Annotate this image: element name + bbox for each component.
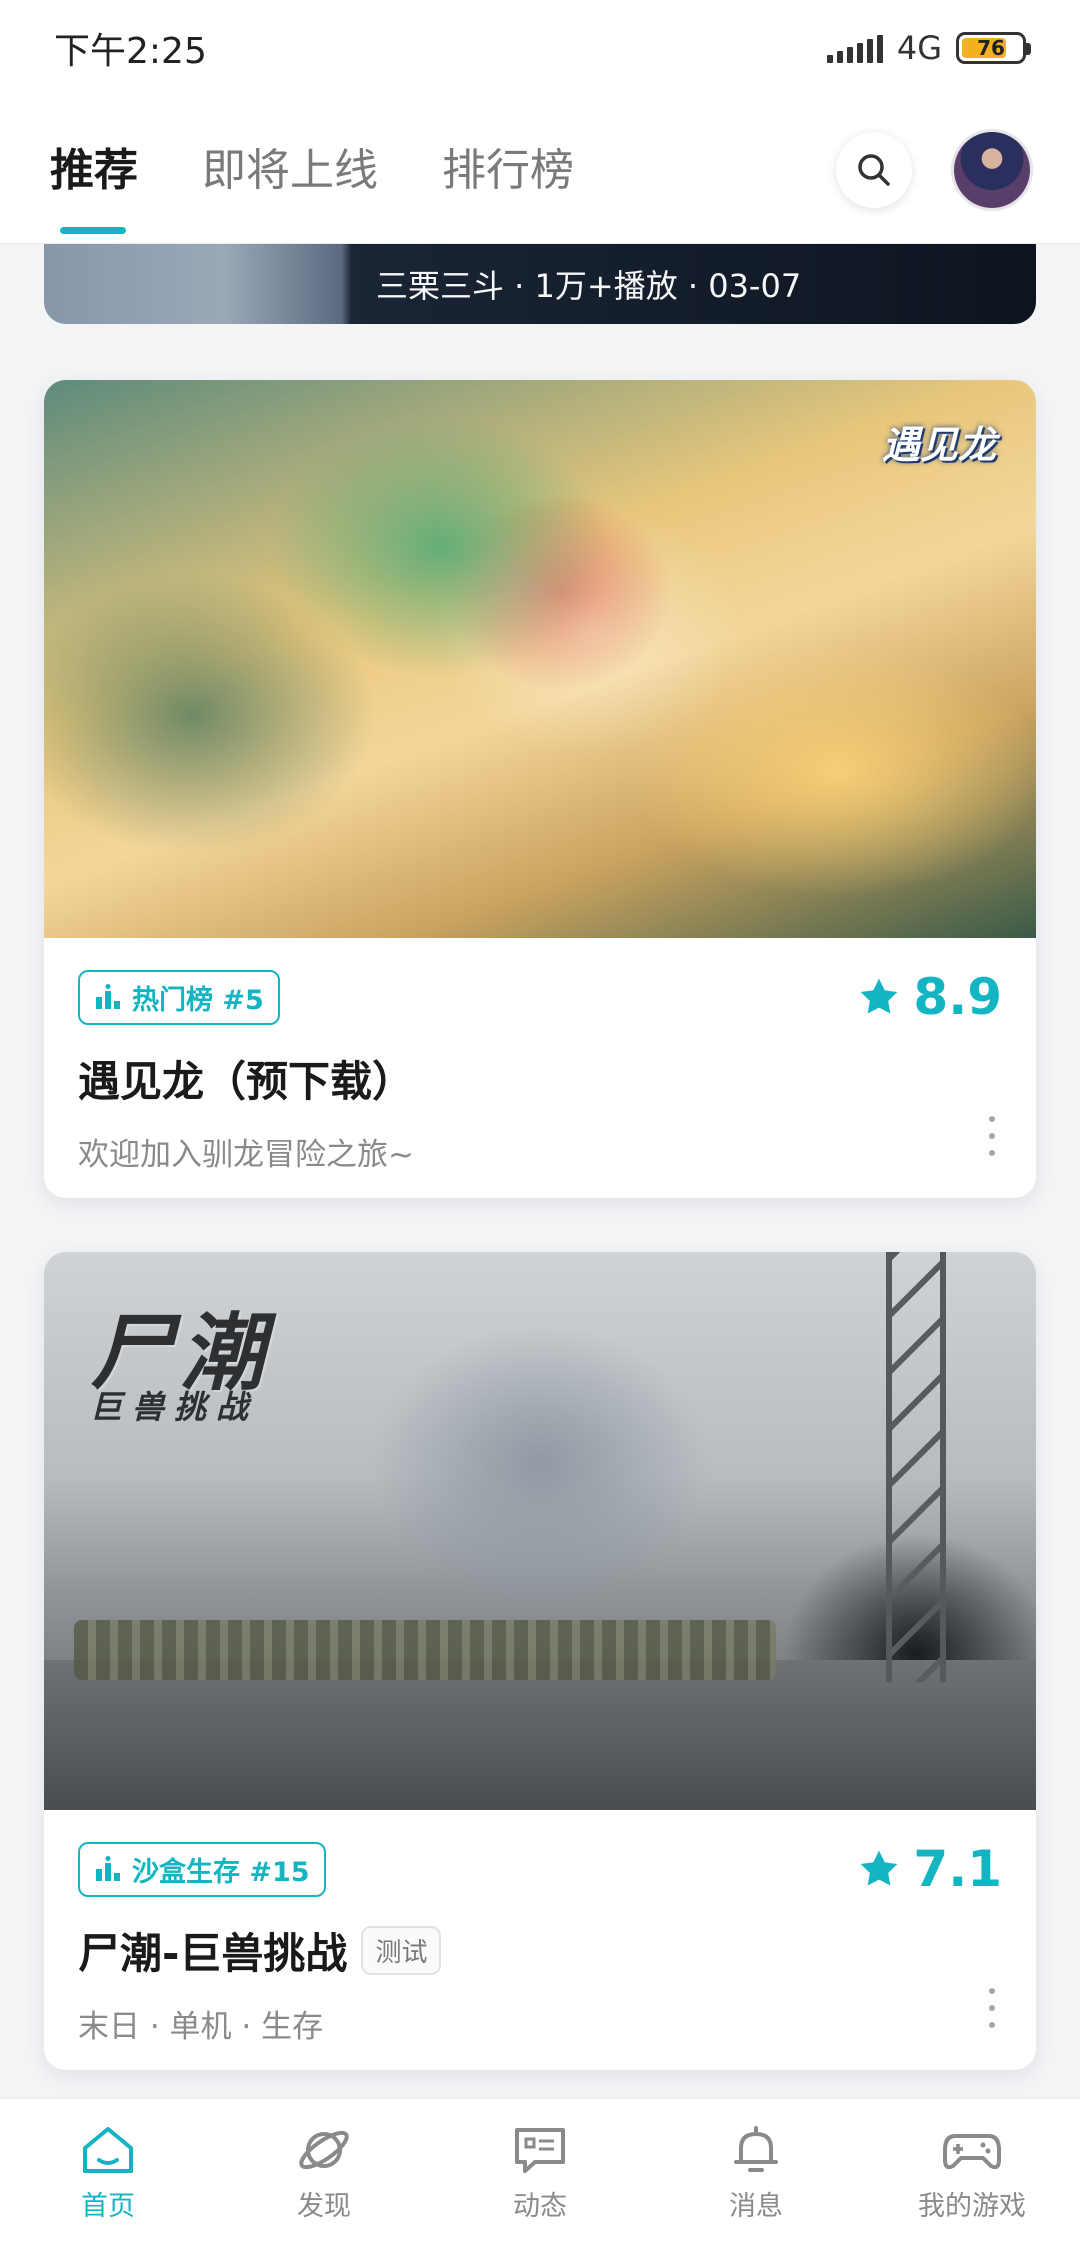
rank-badge[interactable]: 热门榜 #5 xyxy=(78,969,280,1025)
nav-label: 我的游戏 xyxy=(918,2191,1026,2222)
cover-tower xyxy=(886,1252,946,1682)
network-type: 4G xyxy=(896,29,942,67)
rank-podium-icon xyxy=(96,1856,120,1881)
more-options-button[interactable] xyxy=(982,1988,1002,2028)
chat-icon xyxy=(515,2128,565,2173)
planet-icon xyxy=(299,2130,349,2170)
nav-label: 发现 xyxy=(297,2191,351,2222)
rating: 7.1 xyxy=(857,1840,1002,1898)
tab-label: 排行榜 xyxy=(442,144,574,196)
video-card-partial[interactable]: 三栗三斗 · 1万+播放 · 03-07 xyxy=(44,244,1036,324)
status-icons: 4G 76 xyxy=(826,29,1031,67)
tab-bar: 推荐 即将上线 排行榜 xyxy=(50,134,836,234)
tab-rankings[interactable]: 排行榜 xyxy=(442,134,574,206)
nav-label: 首页 xyxy=(81,2191,135,2222)
card-body: 沙盒生存 #15 7.1 尸潮-巨兽挑战 测试 末日 · 单机 · 生存 xyxy=(44,1810,1036,2070)
game-cover-image[interactable]: 尸潮 巨兽挑战 xyxy=(44,1252,1036,1810)
search-button[interactable] xyxy=(836,131,912,208)
cover-ground xyxy=(44,1660,1036,1810)
app-screen: 下午2:25 4G 76 推荐 即将上线 排行榜 三栗三斗 · 1万+播放 · … xyxy=(0,0,1080,2248)
tab-label: 即将上线 xyxy=(202,144,378,196)
feed-list: 三栗三斗 · 1万+播放 · 03-07 遇见龙 热门榜 #5 8.9 遇见龙（… xyxy=(0,244,1080,2098)
nav-label: 消息 xyxy=(729,2191,783,2222)
rank-badge-label: 沙盒生存 #15 xyxy=(132,1856,310,1888)
video-meta: 三栗三斗 · 1万+播放 · 03-07 xyxy=(376,267,802,305)
rank-podium-icon xyxy=(96,984,120,1009)
game-card[interactable]: 遇见龙 热门榜 #5 8.9 遇见龙（预下载） 欢迎加入驯龙冒险之旅~ xyxy=(44,380,1036,1198)
rank-badge[interactable]: 沙盒生存 #15 xyxy=(78,1841,326,1897)
nav-actions xyxy=(836,131,1030,208)
star-icon xyxy=(861,978,898,1014)
search-icon xyxy=(858,153,890,186)
nav-home[interactable]: 首页 xyxy=(8,2124,208,2223)
card-header-row: 热门榜 #5 8.9 xyxy=(78,968,1002,1026)
bottom-nav: 首页 发现 动态 消息 我的游戏 xyxy=(0,2098,1080,2248)
rating-value: 7.1 xyxy=(913,1840,1002,1898)
status-bar: 下午2:25 4G 76 xyxy=(0,0,1080,96)
bell-icon xyxy=(734,2126,778,2172)
gamepad-icon xyxy=(943,2134,1001,2170)
nav-label: 动态 xyxy=(513,2191,567,2222)
active-tab-indicator xyxy=(60,226,126,234)
home-icon xyxy=(83,2127,133,2173)
tab-upcoming[interactable]: 即将上线 xyxy=(202,134,378,206)
nav-discover[interactable]: 发现 xyxy=(224,2124,424,2223)
title-row: 遇见龙（预下载） xyxy=(78,1048,1002,1109)
battery-level: 76 xyxy=(977,36,1005,60)
game-subtitle: 欢迎加入驯龙冒险之旅~ xyxy=(78,1137,414,1173)
test-tag: 测试 xyxy=(361,1926,442,1975)
nav-messages[interactable]: 消息 xyxy=(656,2124,856,2223)
rating-value: 8.9 xyxy=(913,968,1002,1026)
status-time: 下午2:25 xyxy=(54,31,207,72)
tab-recommended[interactable]: 推荐 xyxy=(50,134,138,234)
title-row: 尸潮-巨兽挑战 测试 xyxy=(78,1920,1002,1981)
card-body: 热门榜 #5 8.9 遇见龙（预下载） 欢迎加入驯龙冒险之旅~ xyxy=(44,938,1036,1198)
game-cover-image[interactable]: 遇见龙 xyxy=(44,380,1036,938)
rank-badge-label: 热门榜 #5 xyxy=(132,984,264,1016)
game-title: 尸潮-巨兽挑战 xyxy=(78,1929,348,1978)
battery-icon: 76 xyxy=(956,32,1031,64)
game-title: 遇见龙（预下载） xyxy=(78,1057,415,1106)
cover-crowd xyxy=(74,1620,776,1680)
card-header-row: 沙盒生存 #15 7.1 xyxy=(78,1840,1002,1898)
nav-my-games[interactable]: 我的游戏 xyxy=(872,2124,1072,2223)
rating: 8.9 xyxy=(857,968,1002,1026)
avatar[interactable] xyxy=(954,131,1030,208)
game-logo: 遇见龙 xyxy=(881,423,996,467)
tab-label: 推荐 xyxy=(50,144,138,196)
nav-feed[interactable]: 动态 xyxy=(440,2124,640,2223)
more-options-button[interactable] xyxy=(982,1116,1002,1156)
game-logo-subtitle: 巨兽挑战 xyxy=(90,1388,259,1426)
star-icon xyxy=(861,1850,898,1886)
game-card[interactable]: 尸潮 巨兽挑战 沙盒生存 #15 7.1 尸潮-巨兽挑战 测试 末日 · 单机 … xyxy=(44,1252,1036,2070)
top-nav: 推荐 即将上线 排行榜 xyxy=(0,96,1080,244)
game-subtitle: 末日 · 单机 · 生存 xyxy=(78,2009,324,2045)
signal-icon xyxy=(826,33,883,63)
